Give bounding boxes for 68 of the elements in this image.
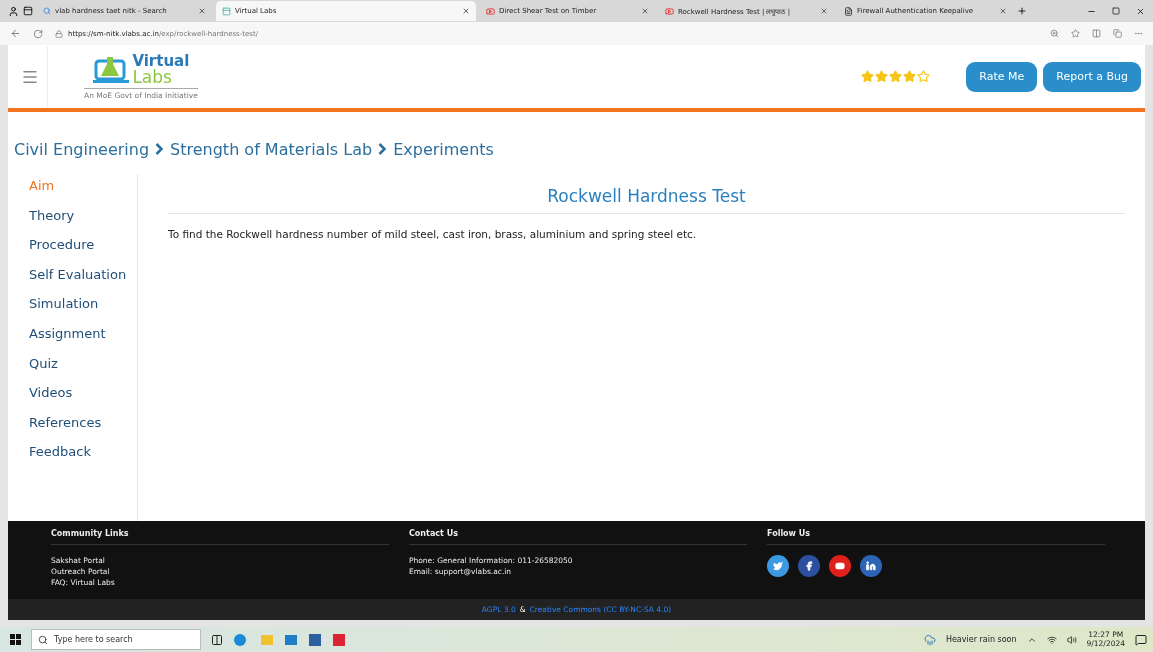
chevron-icon — [155, 143, 165, 155]
sidebar-item[interactable]: Procedure — [29, 237, 137, 267]
close-icon[interactable] — [820, 7, 828, 15]
logo-text: Labs — [132, 68, 173, 86]
chevron-icon — [378, 143, 388, 155]
sidebar-item[interactable]: Quiz — [29, 355, 137, 386]
sidebar-item[interactable]: References — [29, 414, 137, 445]
footer-heading: Follow Us — [767, 529, 1105, 545]
refresh-icon[interactable] — [33, 28, 43, 39]
footer-heading: Community Links — [51, 529, 389, 545]
social-button[interactable] — [860, 555, 882, 577]
restore-icon[interactable] — [1112, 7, 1120, 15]
social-button[interactable] — [767, 555, 789, 577]
back-icon[interactable] — [10, 28, 21, 39]
breadcrumb-link[interactable]: Experiments — [393, 139, 494, 159]
wifi-icon[interactable] — [1046, 634, 1057, 645]
star-icon — [875, 70, 889, 83]
lock-icon — [55, 29, 63, 38]
close-icon[interactable] — [641, 7, 649, 15]
weather-text[interactable]: Heavier rain soon — [945, 635, 1017, 644]
search-icon — [38, 634, 48, 645]
youtube-icon — [835, 561, 845, 571]
close-icon[interactable] — [999, 7, 1007, 15]
report-button[interactable]: Report a Bug — [1043, 61, 1141, 92]
logo-text: Virtual — [132, 53, 190, 69]
sidebar-item[interactable]: Simulation — [29, 296, 137, 326]
weather-icon[interactable] — [923, 633, 936, 646]
flask-laptop-icon — [92, 54, 131, 85]
sidebar-item[interactable]: Feedback — [29, 444, 137, 474]
sidebar-item[interactable]: Videos — [29, 385, 137, 415]
star-icon — [917, 70, 931, 83]
sidebar-item[interactable]: Theory — [29, 207, 137, 238]
close-icon[interactable] — [462, 7, 470, 15]
breadcrumb-link[interactable]: Strength of Materials Lab — [170, 139, 373, 159]
tab-actions-icon[interactable] — [23, 6, 33, 16]
more-icon[interactable] — [1134, 29, 1143, 38]
footer-heading: Contact Us — [409, 529, 747, 545]
search-field[interactable]: Type here to search — [31, 629, 201, 650]
star-icon — [861, 70, 875, 83]
page-icon — [844, 6, 853, 16]
twitter-icon — [773, 561, 783, 571]
sidebar-item[interactable]: Assignment — [29, 325, 137, 356]
zoom-icon[interactable] — [1050, 29, 1059, 38]
windows-icon[interactable] — [10, 634, 21, 645]
video-icon — [665, 6, 674, 16]
breadcrumb-link[interactable]: Civil Engineering — [14, 139, 150, 159]
linkedin-icon — [866, 561, 876, 571]
profile-icon[interactable] — [8, 5, 19, 17]
search-icon — [43, 7, 51, 15]
volume-icon[interactable] — [1066, 634, 1077, 645]
aim-text: To find the Rockwell hardness number of mild steel, cast iron, brass, aluminium and spring steel etc. — [168, 228, 698, 240]
rate-button[interactable]: Rate Me — [966, 61, 1038, 92]
close-icon[interactable] — [1136, 6, 1145, 16]
star-icon — [903, 70, 917, 83]
star-icon — [889, 70, 903, 83]
facebook-icon — [804, 561, 814, 571]
notification-icon[interactable] — [1135, 633, 1147, 646]
star-rating[interactable] — [861, 70, 931, 83]
social-button[interactable] — [798, 555, 820, 577]
page-title: Rockwell Hardness Test — [168, 186, 1125, 214]
split-icon[interactable] — [1092, 29, 1101, 38]
sidebar-item[interactable]: Self Evaluation — [29, 266, 137, 297]
new-tab-icon[interactable] — [1017, 6, 1027, 16]
close-icon[interactable] — [198, 7, 206, 15]
video-icon — [486, 6, 495, 16]
social-button[interactable] — [829, 555, 851, 577]
search-placeholder: Type here to search — [54, 635, 133, 644]
task-view-icon[interactable] — [211, 633, 223, 646]
